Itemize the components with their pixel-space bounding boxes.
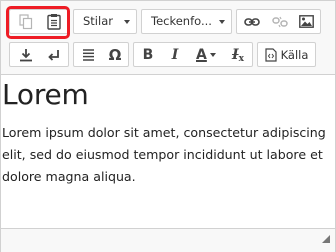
newline-icon [47, 49, 60, 61]
source-icon [264, 47, 277, 62]
font-dropdown[interactable]: Teckenfo... [142, 10, 231, 33]
align-justify-icon [82, 48, 95, 61]
x-mark-icon: x [238, 53, 244, 64]
bold-label: B [142, 46, 154, 63]
content-paragraph: Lorem ipsum dolor sit amet, consectetur … [2, 125, 326, 184]
image-button[interactable] [293, 10, 320, 33]
styles-dropdown-label: Stilar [83, 14, 113, 28]
styles-group: Stilar [73, 9, 137, 34]
insert-button[interactable] [12, 43, 39, 66]
italic-button[interactable]: I [162, 43, 188, 66]
font-color-label: A [196, 46, 207, 63]
chevron-down-icon [209, 52, 216, 57]
source-label: Källa [280, 47, 309, 62]
chevron-down-icon [124, 20, 130, 24]
source-group: Källa [257, 42, 316, 67]
unlink-button[interactable] [266, 10, 293, 33]
content-heading: Lorem [2, 78, 89, 111]
italic-label: I [171, 46, 179, 63]
special-char-button[interactable]: Ω [102, 43, 128, 66]
highlight-frame [6, 6, 70, 39]
clear-format-button[interactable]: I x [224, 43, 252, 66]
align-button[interactable] [75, 43, 101, 66]
font-color-button[interactable]: A [190, 43, 222, 66]
links-group [236, 9, 321, 34]
editor-statusbar [1, 228, 335, 252]
bold-button[interactable]: B [135, 43, 161, 66]
styles-dropdown[interactable]: Stilar [74, 10, 136, 33]
link-icon [243, 17, 260, 27]
font-dropdown-label: Teckenfo... [151, 14, 212, 28]
image-icon [299, 15, 314, 28]
font-group: Teckenfo... [141, 9, 232, 34]
resize-handle-icon[interactable] [322, 228, 330, 247]
insert-group [9, 42, 69, 67]
format-group: B I A I x [133, 42, 253, 67]
newline-button[interactable] [40, 43, 67, 66]
unlink-icon [271, 16, 288, 28]
align-group: Ω [73, 42, 129, 67]
source-button[interactable]: Källa [258, 43, 315, 66]
chevron-down-icon [219, 20, 225, 24]
insert-icon [19, 48, 33, 62]
link-button[interactable] [238, 10, 265, 33]
omega-icon: Ω [108, 45, 122, 64]
